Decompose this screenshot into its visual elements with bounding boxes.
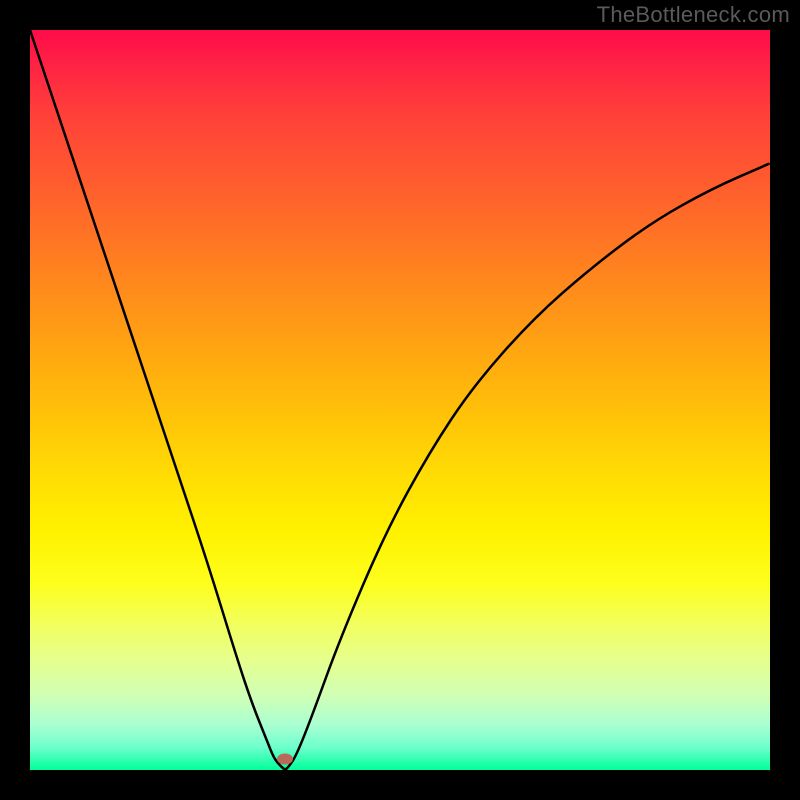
optimal-point-marker	[277, 753, 293, 764]
frame-bottom	[0, 770, 800, 800]
plot-area	[30, 30, 770, 770]
bottleneck-curve	[30, 30, 770, 769]
frame-right	[770, 0, 800, 800]
frame-left	[0, 0, 30, 800]
attribution-text: TheBottleneck.com	[597, 2, 790, 28]
curve-svg	[30, 30, 770, 770]
